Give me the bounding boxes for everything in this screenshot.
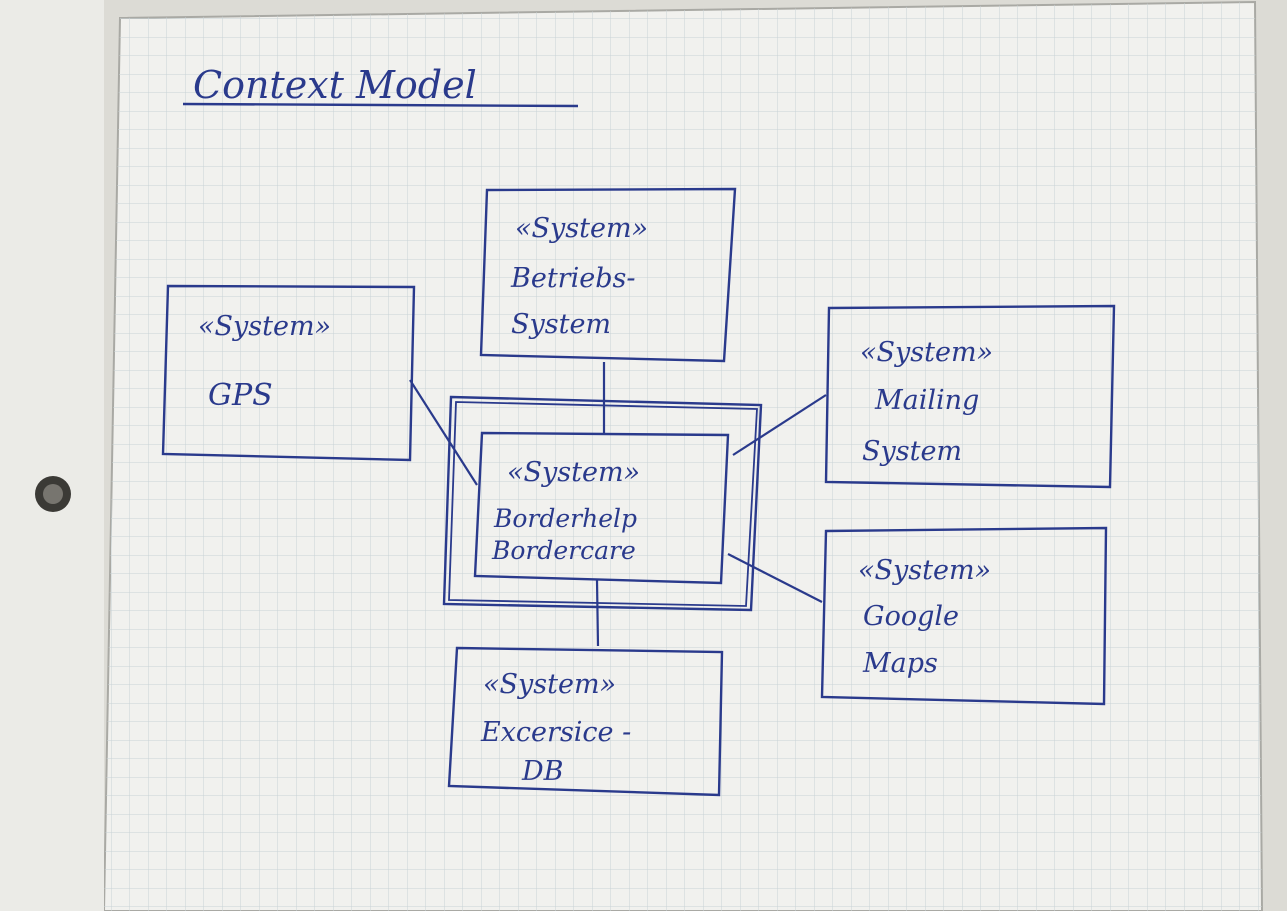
system-stereotype: «System»: [860, 337, 993, 368]
system-name-line: Borderhelp: [493, 504, 637, 533]
system-stereotype: «System»: [198, 311, 331, 342]
system-stereotype: «System»: [483, 669, 616, 700]
diagram-title: Context Model: [193, 63, 477, 107]
punch-hole-inner: [43, 484, 63, 504]
system-name-line: Betriebs-: [510, 263, 635, 294]
system-name-line: Bordercare: [491, 536, 636, 565]
notebook-page: Context Model «System» Betriebs- System …: [0, 0, 1287, 911]
system-name-line: Google: [863, 601, 959, 632]
system-name-line: Excersice -: [480, 717, 631, 748]
system-name-line: Maps: [862, 648, 938, 679]
system-name-line: Mailing: [874, 385, 979, 416]
system-name-line: System: [511, 309, 611, 340]
context-diagram: Context Model «System» Betriebs- System …: [0, 0, 1287, 911]
connection-exercise-db: [595, 579, 600, 647]
system-name-line: System: [862, 436, 962, 467]
page-margin: [0, 0, 104, 911]
system-stereotype: «System»: [507, 457, 640, 488]
system-stereotype: «System»: [515, 213, 648, 244]
system-name-line: GPS: [208, 378, 273, 413]
system-name-line: DB: [521, 756, 564, 787]
system-stereotype: «System»: [858, 555, 991, 586]
